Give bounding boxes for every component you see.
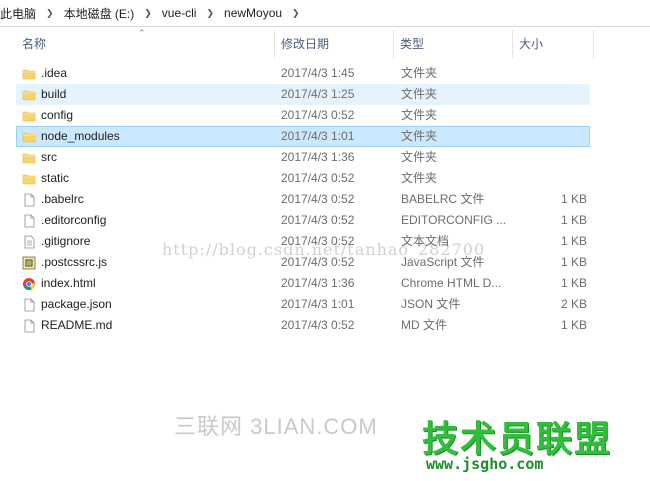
- file-explorer-window: 此电脑 ❯ 本地磁盘 (E:) ❯ vue-cli ❯ newMoyou ❯ 名…: [0, 0, 650, 481]
- breadcrumb-local-disk[interactable]: 本地磁盘 (E:): [62, 5, 137, 22]
- file-row[interactable]: package.json 2017/4/3 1:01 JSON 文件 2 KB: [16, 294, 590, 315]
- file-size: [521, 148, 587, 167]
- file-size: 1 KB: [560, 234, 587, 248]
- file-row[interactable]: index.html 2017/4/3 1:36 Chrome HTML D... 1…: [16, 273, 590, 294]
- file-row[interactable]: .editorconfig 2017/4/3 0:52 EDITORCONFIG .…: [16, 210, 590, 231]
- file-size: 2 KB: [560, 297, 587, 311]
- file-type: Chrome HTML D...: [401, 276, 502, 290]
- file-size: 1 KB: [560, 255, 587, 269]
- file-name: .babelrc: [41, 192, 84, 206]
- folder-icon: [22, 172, 36, 186]
- file-date: 2017/4/3 0:52: [281, 192, 355, 206]
- file-size: [521, 127, 587, 146]
- file-date: 2017/4/3 1:36: [281, 276, 355, 290]
- folder-icon: [22, 109, 36, 123]
- javascript-file-icon: [22, 256, 36, 270]
- file-size: [521, 106, 587, 125]
- file-name: index.html: [41, 276, 96, 290]
- breadcrumb: 此电脑 ❯ 本地磁盘 (E:) ❯ vue-cli ❯ newMoyou ❯: [0, 0, 650, 27]
- file-date: 2017/4/3 1:45: [281, 66, 355, 80]
- folder-icon: [22, 67, 36, 81]
- file-row[interactable]: .babelrc 2017/4/3 0:52 BABELRC 文件 1 KB: [16, 189, 590, 210]
- file-date: 2017/4/3 1:25: [281, 87, 355, 101]
- file-name: config: [41, 108, 74, 122]
- chevron-right-icon[interactable]: ❯: [38, 8, 62, 19]
- file-name: .editorconfig: [41, 213, 107, 227]
- file-date: 2017/4/3 1:01: [281, 129, 355, 143]
- chrome-icon: [22, 277, 36, 291]
- breadcrumb-vue-cli[interactable]: vue-cli: [160, 6, 199, 20]
- file-size: [521, 169, 587, 188]
- file-name: README.md: [41, 318, 113, 332]
- watermark-url: http://blog.csdn.net/tanhao_282700: [162, 240, 486, 259]
- breadcrumb-newmoyou[interactable]: newMoyou: [222, 6, 284, 20]
- file-type: 文件夹: [401, 87, 438, 101]
- folder-icon: [22, 151, 36, 165]
- file-size: 1 KB: [560, 213, 587, 227]
- file-size: 1 KB: [560, 276, 587, 290]
- watermark-domain: www.jsgho.com: [426, 455, 544, 473]
- file-row[interactable]: README.md 2017/4/3 0:52 MD 文件 1 KB: [16, 315, 590, 336]
- file-name: src: [41, 150, 57, 164]
- file-size: [521, 64, 587, 83]
- file-type: 文件夹: [401, 108, 438, 122]
- file-size: [521, 85, 587, 104]
- text-file-icon: [22, 235, 36, 249]
- file-name: .idea: [41, 66, 68, 80]
- file-type: 文件夹: [401, 66, 438, 80]
- file-size: 1 KB: [560, 192, 587, 206]
- file-icon: [22, 193, 36, 207]
- file-name: build: [41, 87, 67, 101]
- file-type: MD 文件: [401, 318, 447, 332]
- file-row[interactable]: src 2017/4/3 1:36 文件夹: [16, 147, 590, 168]
- file-type: 文件夹: [401, 129, 438, 143]
- file-type: BABELRC 文件: [401, 192, 485, 206]
- chevron-right-icon[interactable]: ❯: [198, 8, 222, 19]
- file-type: 文件夹: [401, 150, 438, 164]
- file-date: 2017/4/3 1:36: [281, 150, 355, 164]
- file-row[interactable]: build 2017/4/3 1:25 文件夹: [16, 84, 590, 105]
- file-row[interactable]: static 2017/4/3 0:52 文件夹: [16, 168, 590, 189]
- file-type: EDITORCONFIG ...: [401, 213, 507, 227]
- column-header-type[interactable]: 类型: [394, 30, 512, 58]
- column-header-date[interactable]: 修改日期: [275, 30, 393, 58]
- file-name: static: [41, 171, 70, 185]
- file-row[interactable]: .idea 2017/4/3 1:45 文件夹: [16, 63, 590, 84]
- file-date: 2017/4/3 1:01: [281, 297, 355, 311]
- file-type: JSON 文件: [401, 297, 461, 311]
- column-divider[interactable]: [593, 30, 594, 58]
- sort-ascending-icon: ⌃: [138, 28, 146, 38]
- file-date: 2017/4/3 0:52: [281, 318, 355, 332]
- file-icon: [22, 298, 36, 312]
- file-icon: [22, 214, 36, 228]
- column-header-size[interactable]: 大小: [513, 30, 593, 58]
- folder-icon: [22, 88, 36, 102]
- file-name: node_modules: [41, 129, 120, 143]
- file-row[interactable]: node_modules 2017/4/3 1:01 文件夹: [16, 126, 590, 147]
- file-date: 2017/4/3 0:52: [281, 108, 355, 122]
- breadcrumb-this-pc[interactable]: 此电脑: [0, 5, 38, 22]
- folder-icon: [22, 130, 36, 144]
- file-date: 2017/4/3 0:52: [281, 213, 355, 227]
- column-header: 名称 修改日期 类型 大小: [0, 30, 650, 58]
- file-icon: [22, 319, 36, 333]
- file-row[interactable]: config 2017/4/3 0:52 文件夹: [16, 105, 590, 126]
- chevron-right-icon[interactable]: ❯: [136, 8, 160, 19]
- file-date: 2017/4/3 0:52: [281, 171, 355, 185]
- chevron-right-icon[interactable]: ❯: [284, 8, 308, 19]
- watermark-site: 三联网 3LIAN.COM: [174, 414, 378, 439]
- file-size: 1 KB: [560, 318, 587, 332]
- file-name: package.json: [41, 297, 112, 311]
- file-type: 文件夹: [401, 171, 438, 185]
